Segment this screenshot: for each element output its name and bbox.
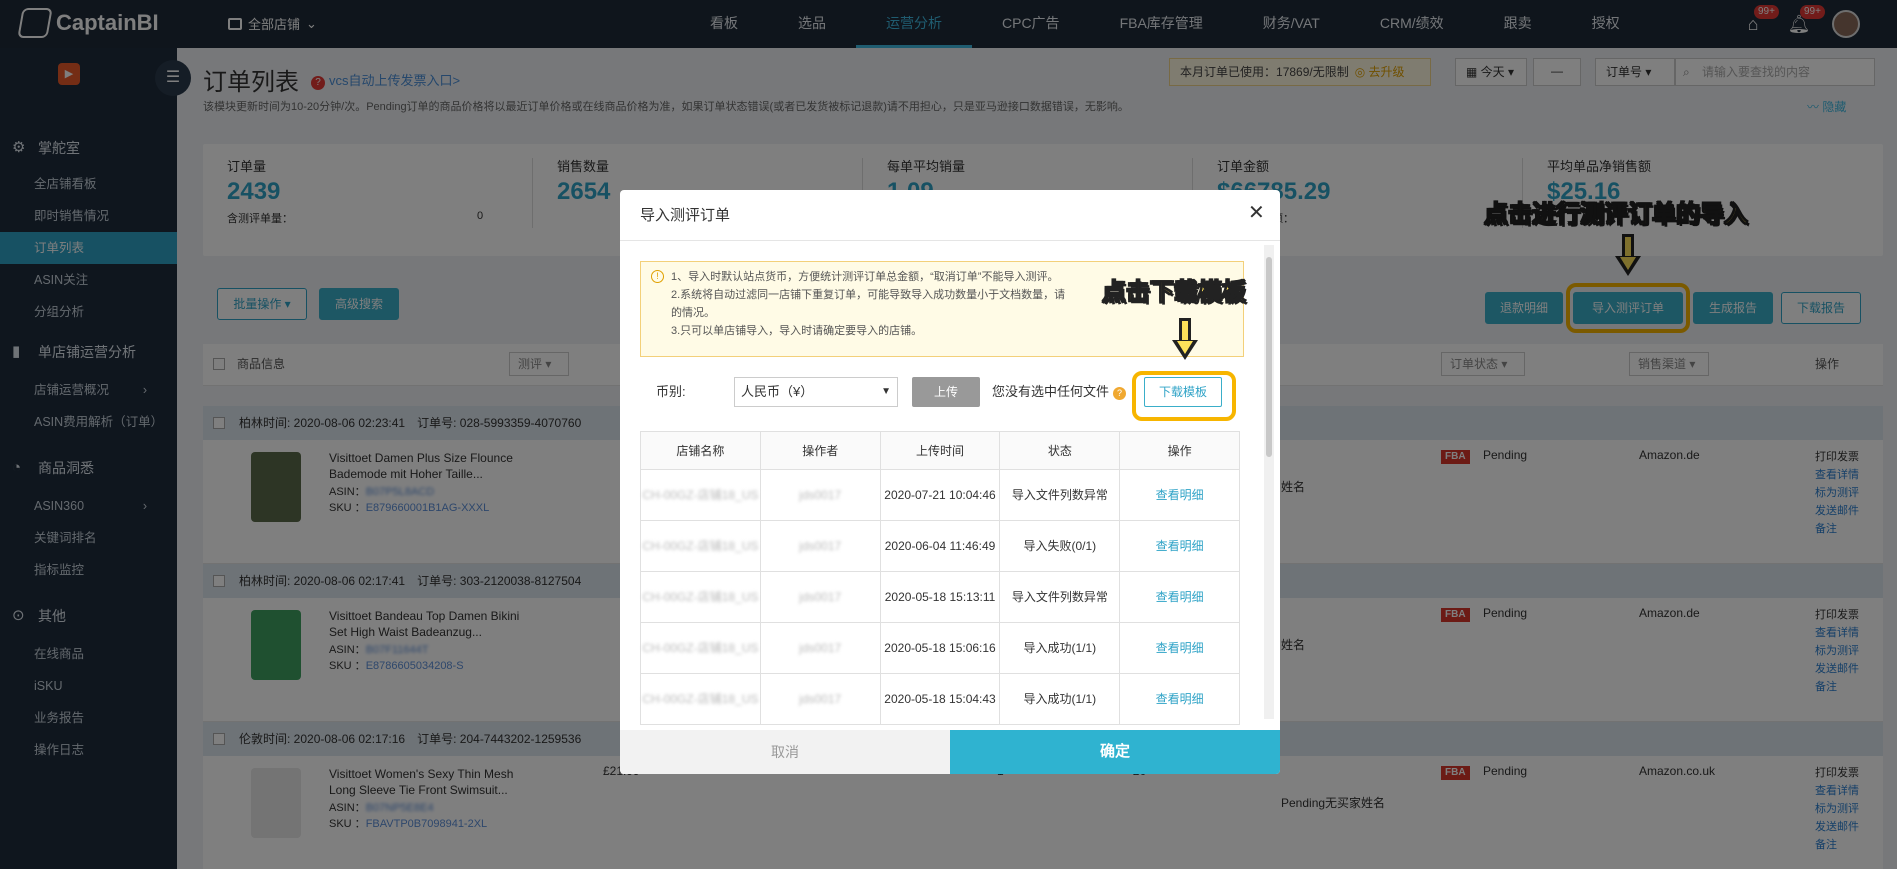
modal-scrollbar[interactable] <box>1264 245 1274 719</box>
time-cell: 2020-06-04 11:46:49 <box>879 520 1001 572</box>
operator-cell-text: jds0017 <box>799 539 842 553</box>
modal-title: 导入测评订单 <box>640 207 731 224</box>
action-link-text[interactable]: 查看明细 <box>1156 641 1204 655</box>
store-cell: CH-00GZ-店铺18_US <box>640 673 761 725</box>
currency-select[interactable]: 人民币（¥） ▼ <box>734 377 898 407</box>
store-cell: CH-00GZ-店铺18_US <box>640 520 761 572</box>
store-cell-text: CH-00GZ-店铺18_US <box>642 641 759 655</box>
store-cell: CH-00GZ-店铺18_US <box>640 622 761 674</box>
tip-line: 3.只可以单店铺导入，导入时请确定要导入的店铺。 <box>671 325 923 337</box>
status-cell-text: 导入文件列数异常 <box>1011 590 1108 604</box>
app-root: CaptainBI 全部店铺⌄ 看板选品运营分析CPC广告FBA库存管理财务/V… <box>0 0 1897 869</box>
status-cell-text: 导入成功(1/1) <box>1023 641 1097 655</box>
time-cell-text: 2020-05-18 15:13:11 <box>884 590 996 604</box>
status-cell: 导入失败(0/1) <box>999 520 1121 572</box>
time-cell: 2020-05-18 15:13:11 <box>879 571 1001 623</box>
confirm-button[interactable]: 确定 <box>950 730 1280 774</box>
table-row: CH-00GZ-店铺18_US jds0017 2020-05-18 15:13:1… <box>640 571 1240 623</box>
time-cell-text: 2020-06-04 11:46:49 <box>884 539 996 553</box>
file-status: 您没有选中任何文件? <box>992 381 1127 400</box>
scroll-thumb[interactable] <box>1266 257 1272 457</box>
currency-row: 币别: 人民币（¥） ▼ 上传 您没有选中任何文件? <box>656 377 1127 407</box>
action-link[interactable]: 查看明细 <box>1119 571 1240 623</box>
file-status-text: 您没有选中任何文件 <box>992 384 1110 399</box>
upload-button[interactable]: 上传 <box>912 377 980 407</box>
close-icon[interactable]: ✕ <box>1248 200 1265 225</box>
currency-value: 人民币（¥） <box>741 384 814 399</box>
col-operation: 操作 <box>1119 431 1240 470</box>
action-link[interactable]: 查看明细 <box>1119 673 1240 725</box>
store-cell-text: CH-00GZ-店铺18_US <box>642 692 759 706</box>
operator-cell: jds0017 <box>759 673 881 725</box>
table-row: CH-00GZ-店铺18_US jds0017 2020-05-18 15:04:4… <box>640 673 1240 725</box>
status-cell-text: 导入失败(0/1) <box>1023 539 1097 553</box>
operator-cell-text: jds0017 <box>799 641 842 655</box>
operator-cell-text: jds0017 <box>799 488 842 502</box>
action-link-text[interactable]: 查看明细 <box>1156 539 1204 553</box>
modal-footer: 取消 确定 <box>620 730 1280 774</box>
store-cell: CH-00GZ-店铺18_US <box>640 469 761 521</box>
status-cell: 导入成功(1/1) <box>999 673 1121 725</box>
operator-cell: jds0017 <box>759 520 881 572</box>
import-history-table: 店铺名称 操作者 上传时间 状态 操作 CH-00GZ-店铺18_US jds00… <box>640 431 1240 725</box>
col-upload-time: 上传时间 <box>879 431 1001 470</box>
operator-cell: jds0017 <box>759 571 881 623</box>
time-cell: 2020-07-21 10:04:46 <box>879 469 1001 521</box>
operator-cell-text: jds0017 <box>799 590 842 604</box>
col-store: 店铺名称 <box>640 431 761 470</box>
table-row: CH-00GZ-店铺18_US jds0017 2020-05-18 15:06:1… <box>640 622 1240 674</box>
action-link-text[interactable]: 查看明细 <box>1156 488 1204 502</box>
operator-cell: jds0017 <box>759 622 881 674</box>
store-cell-text: CH-00GZ-店铺18_US <box>642 488 759 502</box>
time-cell-text: 2020-07-21 10:04:46 <box>884 488 996 502</box>
modal-body: ! 1、导入时默认站点货币，方便统计测评订单总金额，“取消订单”不能导入测评。 … <box>620 240 1280 725</box>
col-status: 状态 <box>999 431 1121 470</box>
status-cell-text: 导入成功(1/1) <box>1023 692 1097 706</box>
action-link[interactable]: 查看明细 <box>1119 469 1240 521</box>
operator-cell: jds0017 <box>759 469 881 521</box>
store-cell-text: CH-00GZ-店铺18_US <box>642 539 759 553</box>
status-cell: 导入文件列数异常 <box>999 571 1121 623</box>
status-cell: 导入文件列数异常 <box>999 469 1121 521</box>
col-operator: 操作者 <box>759 431 881 470</box>
arrow-down-icon <box>1172 318 1198 362</box>
cancel-button[interactable]: 取消 <box>620 730 950 774</box>
time-cell: 2020-05-18 15:04:43 <box>879 673 1001 725</box>
download-template-highlight <box>1132 371 1236 421</box>
download-annotation: 点击下载模板 <box>1102 279 1247 307</box>
table-row: CH-00GZ-店铺18_US jds0017 2020-06-04 11:46:4… <box>640 520 1240 572</box>
info-icon: ! <box>651 270 664 283</box>
status-cell-text: 导入文件列数异常 <box>1011 488 1108 502</box>
operator-cell-text: jds0017 <box>799 692 842 706</box>
store-cell-text: CH-00GZ-店铺18_US <box>642 590 759 604</box>
time-cell-text: 2020-05-18 15:04:43 <box>884 692 996 706</box>
caret-down-icon: ▼ <box>881 386 891 397</box>
status-cell: 导入成功(1/1) <box>999 622 1121 674</box>
currency-label: 币别: <box>656 384 686 399</box>
action-link[interactable]: 查看明细 <box>1119 520 1240 572</box>
store-cell: CH-00GZ-店铺18_US <box>640 571 761 623</box>
table-row: CH-00GZ-店铺18_US jds0017 2020-07-21 10:04:4… <box>640 469 1240 521</box>
action-link-text[interactable]: 查看明细 <box>1156 692 1204 706</box>
time-cell-text: 2020-05-18 15:06:16 <box>884 641 996 655</box>
time-cell: 2020-05-18 15:06:16 <box>879 622 1001 674</box>
question-icon[interactable]: ? <box>1113 387 1127 400</box>
action-link[interactable]: 查看明细 <box>1119 622 1240 674</box>
action-link-text[interactable]: 查看明细 <box>1156 590 1204 604</box>
